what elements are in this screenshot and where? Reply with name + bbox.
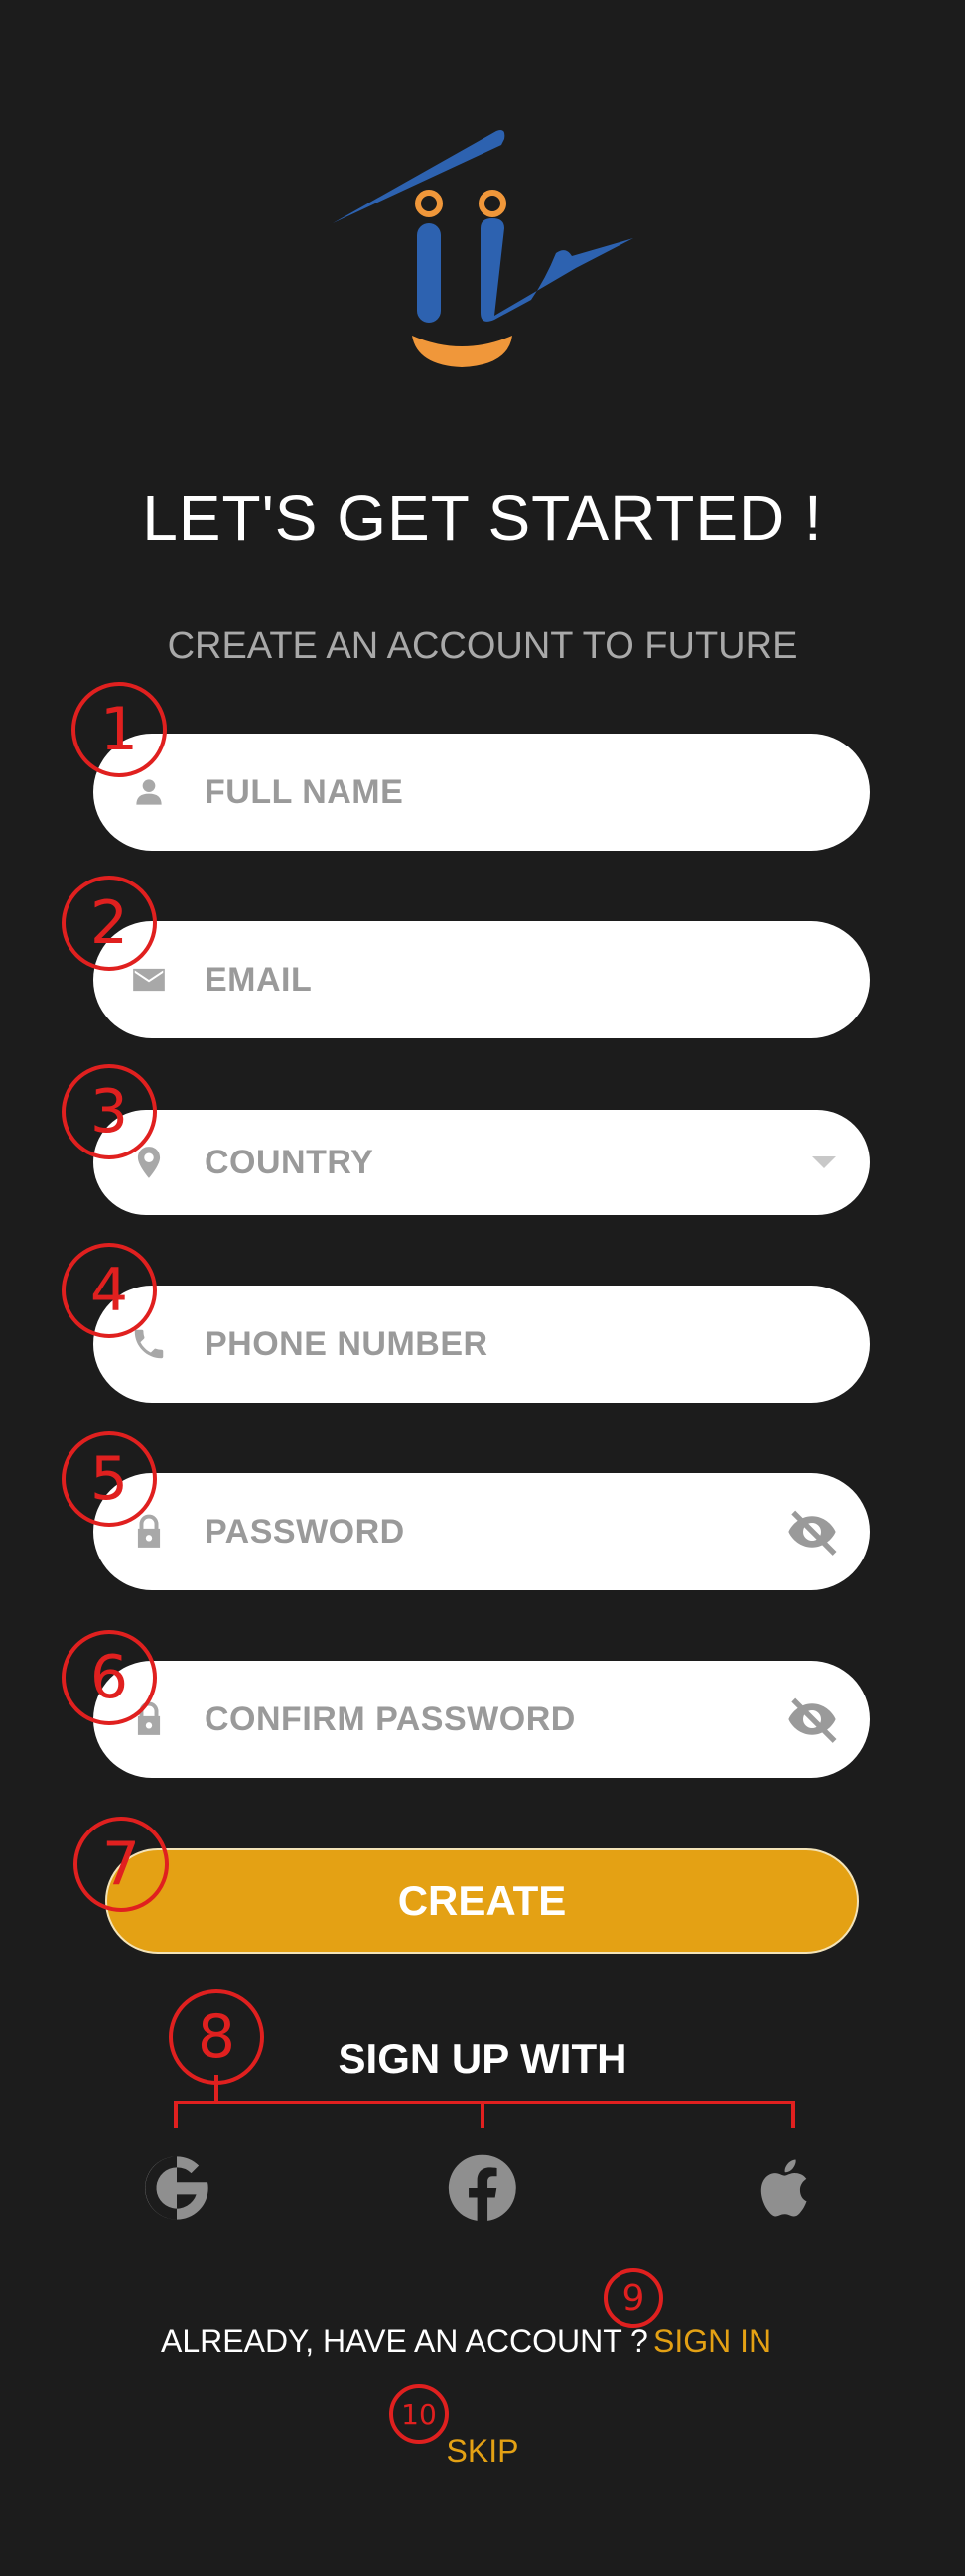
country-placeholder: COUNTRY (205, 1143, 374, 1181)
person-icon (129, 772, 169, 812)
annotation-bracket-left (174, 2101, 178, 2128)
annotation-bracket-right (791, 2101, 795, 2128)
annotation-3: 3 (62, 1064, 157, 1159)
page-subtitle: CREATE AN ACCOUNT TO FUTURE (167, 625, 798, 667)
facebook-icon[interactable] (443, 2148, 522, 2228)
annotation-9: 9 (604, 2268, 663, 2328)
full-name-field[interactable]: FULL NAME (93, 734, 870, 851)
annotation-bracket (174, 2101, 795, 2104)
full-name-placeholder: FULL NAME (205, 772, 404, 811)
annotation-5: 5 (62, 1431, 157, 1527)
annotation-8: 8 (169, 1989, 264, 2085)
confirm-password-field[interactable]: CONFIRM PASSWORD (93, 1661, 870, 1778)
annotation-bracket-middle (481, 2101, 484, 2128)
phone-placeholder: PHONE NUMBER (205, 1324, 488, 1363)
apple-icon[interactable] (747, 2148, 826, 2228)
sign-up-with-heading: SIGN UP WITH (338, 2035, 627, 2082)
password-placeholder: PASSWORD (205, 1512, 405, 1551)
annotation-1: 1 (71, 682, 167, 777)
app-logo (318, 119, 645, 377)
mail-icon (129, 960, 169, 1000)
email-field[interactable]: EMAIL (93, 921, 870, 1038)
annotation-7: 7 (73, 1817, 169, 1912)
password-field[interactable]: PASSWORD (93, 1473, 870, 1590)
eye-off-icon[interactable] (784, 1504, 840, 1559)
annotation-4: 4 (62, 1243, 157, 1338)
eye-off-icon[interactable] (784, 1692, 840, 1747)
annotation-6: 6 (62, 1630, 157, 1725)
google-icon[interactable] (137, 2148, 216, 2228)
chevron-down-icon[interactable] (812, 1156, 836, 1168)
create-button[interactable]: CREATE (105, 1848, 859, 1954)
page-title: LET'S GET STARTED ! (142, 482, 823, 554)
annotation-10: 10 (389, 2384, 449, 2444)
confirm-password-placeholder: CONFIRM PASSWORD (205, 1699, 576, 1738)
skip-link[interactable]: SKIP (0, 2433, 965, 2470)
sign-in-link[interactable]: SIGN IN (653, 2323, 771, 2360)
already-have-account-text: ALREADY, HAVE AN ACCOUNT ? (161, 2323, 648, 2359)
annotation-2: 2 (62, 876, 157, 971)
email-placeholder: EMAIL (205, 960, 313, 999)
phone-field[interactable]: PHONE NUMBER (93, 1286, 870, 1403)
country-select[interactable]: COUNTRY (93, 1110, 870, 1215)
